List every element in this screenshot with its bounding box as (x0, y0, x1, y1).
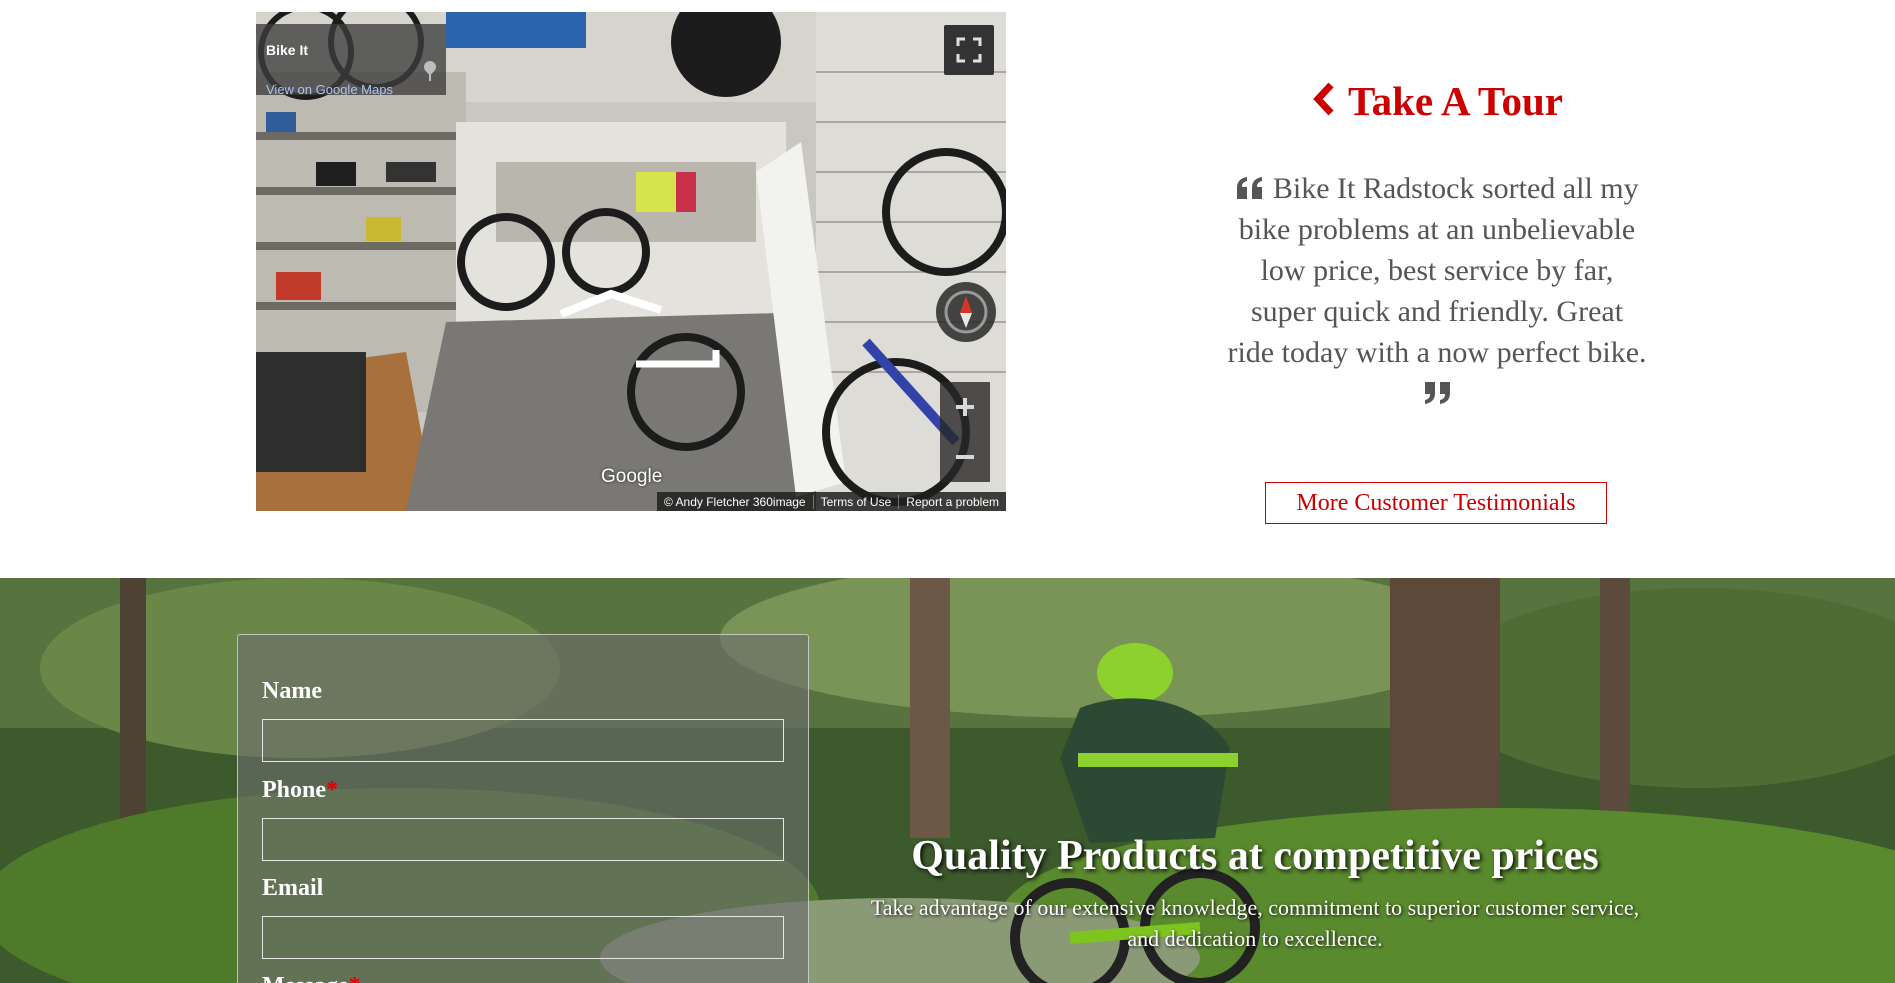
compass-icon (944, 290, 988, 334)
email-label: Email (262, 875, 323, 902)
imagery-copyright: © Andy Fletcher 360image (664, 494, 806, 509)
name-label: Name (262, 678, 322, 705)
hero-section: Name Phone* Email Message* Quality Produ… (0, 578, 1895, 983)
pin-icon (424, 61, 436, 81)
place-name: Bike It (266, 42, 309, 58)
quote-right-icon (1425, 382, 1450, 404)
view-on-google-maps-link[interactable]: View on Google Maps (266, 82, 393, 97)
take-a-tour-heading[interactable]: Take A Tour (1300, 77, 1575, 125)
chevron-left-icon (1313, 82, 1334, 116)
testimonial-quote: Bike It Radstock sorted all my bike prob… (1225, 168, 1649, 414)
compass-control[interactable] (936, 282, 996, 342)
required-asterisk: * (349, 973, 361, 983)
name-label-text: Name (262, 678, 322, 704)
email-input[interactable] (262, 916, 784, 959)
street-view-embed[interactable]: Bike It View on Google Maps Google © And… (256, 12, 1006, 511)
message-label-text: Message (262, 973, 349, 983)
name-input[interactable] (262, 719, 784, 762)
required-asterisk: * (326, 777, 339, 803)
phone-input[interactable] (262, 818, 784, 861)
fullscreen-icon (956, 37, 982, 63)
fullscreen-button[interactable] (944, 25, 994, 75)
contact-form: Name Phone* Email Message* (237, 634, 809, 983)
message-label: Message* (262, 973, 361, 983)
place-info-box: Bike It View on Google Maps (256, 24, 446, 97)
phone-label-text: Phone (262, 777, 327, 803)
quote-left-icon (1237, 177, 1263, 199)
zoom-in-icon (956, 398, 974, 416)
testimonial-text: Bike It Radstock sorted all my bike prob… (1227, 172, 1647, 369)
google-logo: Google (601, 466, 663, 487)
zoom-out-icon (956, 455, 974, 459)
zoom-out-button[interactable] (940, 432, 990, 482)
more-testimonials-button[interactable]: More Customer Testimonials (1265, 482, 1607, 524)
take-a-tour-text: Take A Tour (1347, 78, 1563, 124)
hero-title: Quality Products at competitive prices (911, 833, 1599, 879)
zoom-in-button[interactable] (940, 382, 990, 432)
hero-subtitle: Take advantage of our extensive knowledg… (870, 895, 1640, 951)
report-problem-link[interactable]: Report a problem (898, 494, 1006, 509)
email-label-text: Email (262, 875, 324, 901)
phone-label: Phone* (262, 777, 338, 804)
terms-of-use-link[interactable]: Terms of Use (812, 494, 899, 509)
map-footer: © Andy Fletcher 360image Terms of Use Re… (657, 492, 1006, 511)
